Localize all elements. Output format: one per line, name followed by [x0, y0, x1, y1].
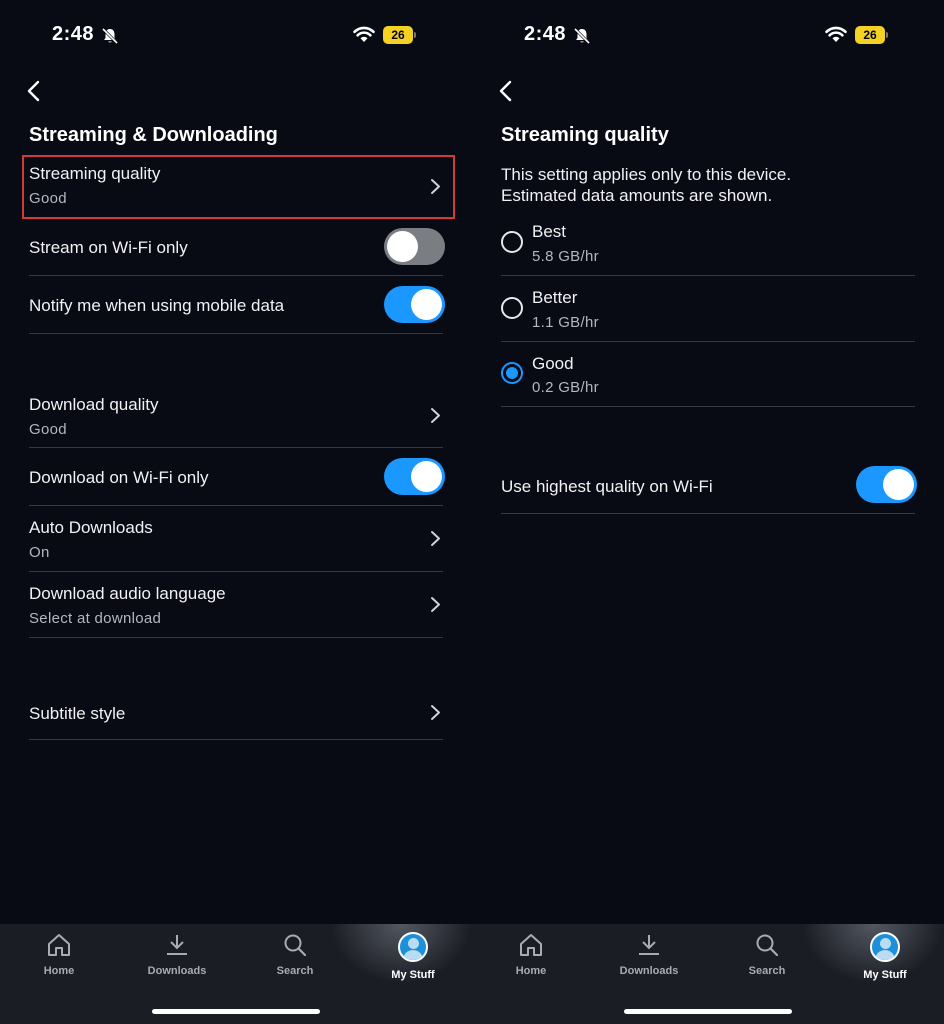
description-line-1: This setting applies only to this device…: [501, 165, 792, 184]
page-title: Streaming quality: [501, 124, 669, 146]
setting-label: Auto Downloads: [29, 518, 153, 537]
setting-auto-downloads[interactable]: Auto Downloads On: [29, 506, 443, 572]
search-icon: [284, 934, 307, 957]
wifi-icon: [825, 26, 847, 42]
nav-home[interactable]: Home: [9, 932, 109, 992]
home-icon: [48, 934, 70, 956]
download-wifi-only-toggle[interactable]: [384, 458, 445, 495]
setting-value: Good: [29, 421, 67, 438]
bottom-nav: Home Downloads Search My Stuff: [472, 924, 944, 1024]
setting-label: Download quality: [29, 395, 159, 414]
bell-muted-icon: [101, 27, 119, 45]
home-indicator[interactable]: [624, 1009, 792, 1014]
nav-search[interactable]: Search: [717, 932, 817, 992]
home-indicator[interactable]: [152, 1009, 320, 1014]
highest-quality-wifi-toggle[interactable]: [856, 466, 917, 503]
status-time: 2:48: [52, 23, 95, 45]
setting-label: Download audio language: [29, 584, 226, 603]
nav-downloads[interactable]: Downloads: [599, 932, 699, 992]
status-time: 2:48: [524, 23, 567, 45]
battery-indicator: 26: [855, 26, 888, 44]
nav-downloads[interactable]: Downloads: [127, 932, 227, 992]
nav-my-stuff[interactable]: My Stuff: [363, 932, 463, 992]
chevron-right-icon: [431, 705, 440, 720]
setting-subtitle-style[interactable]: Subtitle style: [29, 686, 443, 740]
search-icon: [756, 934, 779, 957]
bell-muted-icon: [573, 27, 591, 45]
setting-label: Stream on Wi-Fi only: [29, 238, 188, 257]
radio-better[interactable]: [501, 297, 523, 319]
radio-best[interactable]: [501, 231, 523, 253]
highlight-box: [22, 155, 455, 219]
setting-label: Notify me when using mobile data: [29, 296, 285, 315]
home-icon: [520, 934, 542, 956]
setting-label: Subtitle style: [29, 704, 126, 723]
option-sub-best: 5.8 GB/hr: [532, 248, 599, 265]
setting-download-quality[interactable]: Download quality Good: [29, 384, 443, 448]
stream-wifi-only-toggle[interactable]: [384, 228, 445, 265]
chevron-right-icon: [431, 597, 440, 612]
download-icon: [167, 935, 187, 955]
description-line-2: Estimated data amounts are shown.: [501, 186, 773, 205]
nav-search[interactable]: Search: [245, 932, 345, 992]
download-icon: [639, 935, 659, 955]
avatar-icon: [398, 932, 428, 962]
setting-label: Download on Wi-Fi only: [29, 468, 209, 487]
battery-level: 26: [855, 26, 885, 44]
back-arrow-icon[interactable]: [498, 80, 514, 102]
option-sub-better: 1.1 GB/hr: [532, 314, 599, 331]
nav-my-stuff[interactable]: My Stuff: [835, 932, 935, 992]
wifi-icon: [353, 26, 375, 42]
avatar-icon: [870, 932, 900, 962]
battery-indicator: 26: [383, 26, 416, 44]
setting-value: On: [29, 544, 50, 561]
option-sub-good: 0.2 GB/hr: [532, 379, 599, 396]
setting-notify-mobile-data: Notify me when using mobile data: [29, 276, 445, 334]
option-label-best: Best: [532, 222, 567, 241]
option-label-better: Better: [532, 288, 578, 307]
setting-value: Select at download: [29, 610, 162, 627]
setting-download-audio-language[interactable]: Download audio language Select at downlo…: [29, 572, 443, 638]
back-arrow-icon[interactable]: [26, 80, 42, 102]
setting-download-wifi-only: Download on Wi-Fi only: [29, 448, 445, 506]
nav-home[interactable]: Home: [481, 932, 581, 992]
settings-screen-streaming-quality: 2:48 26 Streaming quality This setting a…: [472, 0, 944, 1024]
radio-good[interactable]: [501, 362, 523, 384]
settings-screen-streaming-downloading: 2:48 26 Streaming & Downloading Streamin…: [0, 0, 472, 1024]
page-title: Streaming & Downloading: [29, 124, 278, 146]
wifi-highest-quality-label: Use highest quality on Wi-Fi: [501, 477, 713, 496]
chevron-right-icon: [431, 408, 440, 423]
setting-stream-wifi-only: Stream on Wi-Fi only: [29, 218, 445, 276]
notify-mobile-data-toggle[interactable]: [384, 286, 445, 323]
battery-level: 26: [383, 26, 413, 44]
option-label-good: Good: [532, 354, 574, 373]
chevron-right-icon: [431, 531, 440, 546]
bottom-nav: Home Downloads Search My Stuff: [0, 924, 472, 1024]
